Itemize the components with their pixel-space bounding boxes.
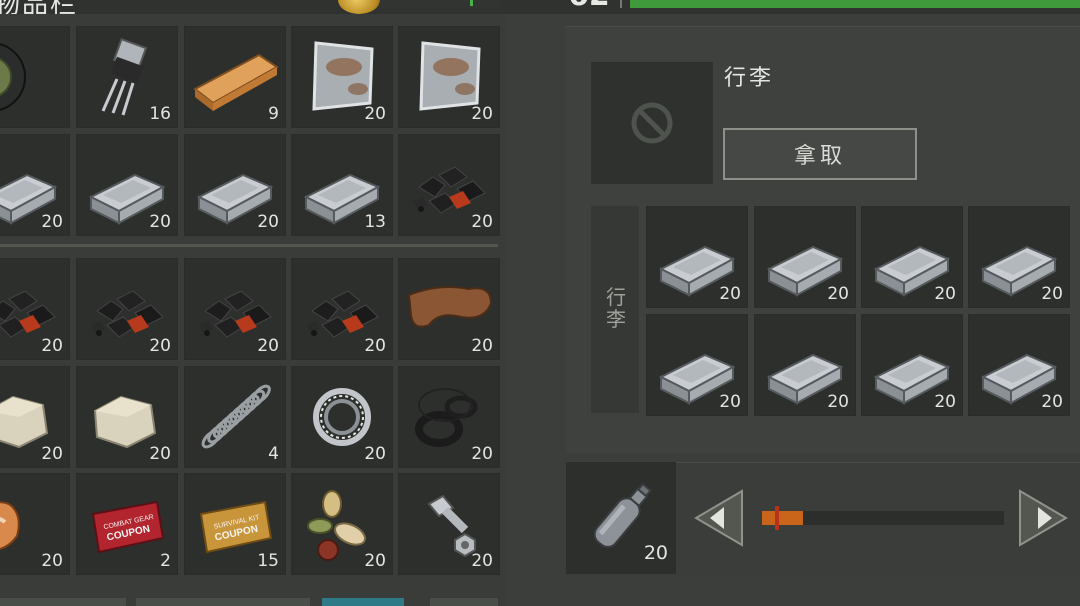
inventory-slot-count: 20: [364, 444, 386, 464]
inventory-slot[interactable]: 20: [76, 134, 178, 236]
coin-bar: [380, 0, 500, 8]
transfer-item-slot[interactable]: 20: [566, 462, 676, 574]
inventory-slot-count: 20: [149, 212, 171, 232]
loot-slot[interactable]: 20: [754, 314, 856, 416]
loot-slot[interactable]: 20: [968, 314, 1070, 416]
loot-slot-count: 20: [827, 284, 849, 304]
inventory-slot-count: 9: [268, 104, 279, 124]
bottom-tab-4[interactable]: [430, 598, 498, 606]
inventory-slot[interactable]: 20: [291, 258, 393, 360]
inventory-slot[interactable]: 4: [184, 366, 286, 468]
arrow-left-icon: [694, 489, 743, 547]
take-button[interactable]: 拿取: [723, 128, 917, 180]
blocked-icon: [631, 102, 673, 144]
inventory-slot[interactable]: 20: [0, 134, 70, 236]
transfer-item-count: 20: [643, 542, 668, 564]
arrow-right-icon: [1019, 489, 1068, 547]
inventory-slot-count: 4: [268, 444, 279, 464]
loot-slot[interactable]: 20: [861, 206, 963, 308]
inventory-slot-count: 20: [471, 444, 493, 464]
inventory-slot-count: 20: [41, 336, 63, 356]
coin-bar-indicator: [470, 0, 473, 6]
loot-slot[interactable]: 20: [968, 206, 1070, 308]
inventory-slot[interactable]: 20: [76, 258, 178, 360]
loot-slot-count: 20: [1041, 392, 1063, 412]
inventory-slot[interactable]: 20: [398, 258, 500, 360]
inventory-slot-count: 20: [41, 212, 63, 232]
inventory-slot-count: 15: [257, 551, 279, 571]
inventory-slot[interactable]: 9: [184, 26, 286, 128]
inventory-slot[interactable]: COMBAT GEAR COUPON 2: [76, 473, 178, 575]
inventory-slot-count: 20: [257, 336, 279, 356]
inventory-slot-count: 20: [471, 212, 493, 232]
inventory-slot-count: 20: [41, 551, 63, 571]
loot-slot-count: 20: [719, 392, 741, 412]
bottom-tab-1[interactable]: [0, 598, 126, 606]
level-separator: [620, 0, 622, 8]
container-preview: [591, 62, 713, 184]
quantity-slider-thumb[interactable]: [775, 506, 779, 530]
inventory-slot[interactable]: 20: [0, 473, 70, 575]
inventory-slot[interactable]: 20: [0, 366, 70, 468]
loot-slot-count: 20: [1041, 284, 1063, 304]
inventory-slot-count: 20: [471, 336, 493, 356]
health-bar: [630, 0, 1080, 8]
inventory-slot-count: 20: [257, 212, 279, 232]
inventory-slot[interactable]: 20: [398, 134, 500, 236]
inventory-slot[interactable]: 20: [291, 473, 393, 575]
inventory-slot-count: 20: [364, 336, 386, 356]
inventory-slot-count: 13: [364, 212, 386, 232]
loot-slot[interactable]: 20: [861, 314, 963, 416]
loot-slot[interactable]: 20: [646, 206, 748, 308]
inventory-slot[interactable]: SURVIVAL KIT COUPON 15: [184, 473, 286, 575]
level-value: 62: [568, 0, 610, 13]
inventory-slot[interactable]: 20: [76, 366, 178, 468]
inventory-slot[interactable]: 20: [184, 258, 286, 360]
inventory-slot[interactable]: 20: [291, 366, 393, 468]
loot-slot-count: 20: [827, 392, 849, 412]
inventory-slot-count: 16: [149, 104, 171, 124]
loot-slot-count: 20: [934, 284, 956, 304]
inventory-slot-count: 20: [471, 104, 493, 124]
inventory-divider: [0, 244, 498, 247]
inventory-slot-count: 20: [364, 551, 386, 571]
loot-slot-count: 20: [934, 392, 956, 412]
inventory-slot[interactable]: 13: [291, 134, 393, 236]
inventory-slot-count: 2: [160, 551, 171, 571]
loot-slot-count: 20: [719, 284, 741, 304]
inventory-slot-count: 20: [364, 104, 386, 124]
inventory-slot-count: 20: [149, 444, 171, 464]
decrease-button[interactable]: [694, 489, 744, 547]
inventory-slot-count: 20: [41, 444, 63, 464]
inventory-slot[interactable]: 20: [398, 26, 500, 128]
inventory-slot-count: 20: [471, 551, 493, 571]
wheel-icon: [0, 43, 26, 111]
bottom-tab-2[interactable]: [136, 598, 310, 606]
inventory-slot[interactable]: 20: [0, 258, 70, 360]
inventory-slot[interactable]: 20: [398, 366, 500, 468]
increase-button[interactable]: [1018, 489, 1068, 547]
loot-slot[interactable]: 20: [646, 314, 748, 416]
loot-category-label: 行李: [606, 285, 626, 331]
inventory-slot-count: 20: [149, 336, 171, 356]
inventory-slot[interactable]: 16: [76, 26, 178, 128]
loot-title: 行李: [724, 66, 775, 91]
inventory-slot[interactable]: [0, 26, 70, 128]
loot-slot[interactable]: 20: [754, 206, 856, 308]
inventory-slot[interactable]: 20: [184, 134, 286, 236]
inventory-slot[interactable]: 20: [398, 473, 500, 575]
quantity-slider-fill: [762, 511, 803, 525]
inventory-slot[interactable]: 20: [291, 26, 393, 128]
bottom-tab-3[interactable]: [322, 598, 404, 606]
